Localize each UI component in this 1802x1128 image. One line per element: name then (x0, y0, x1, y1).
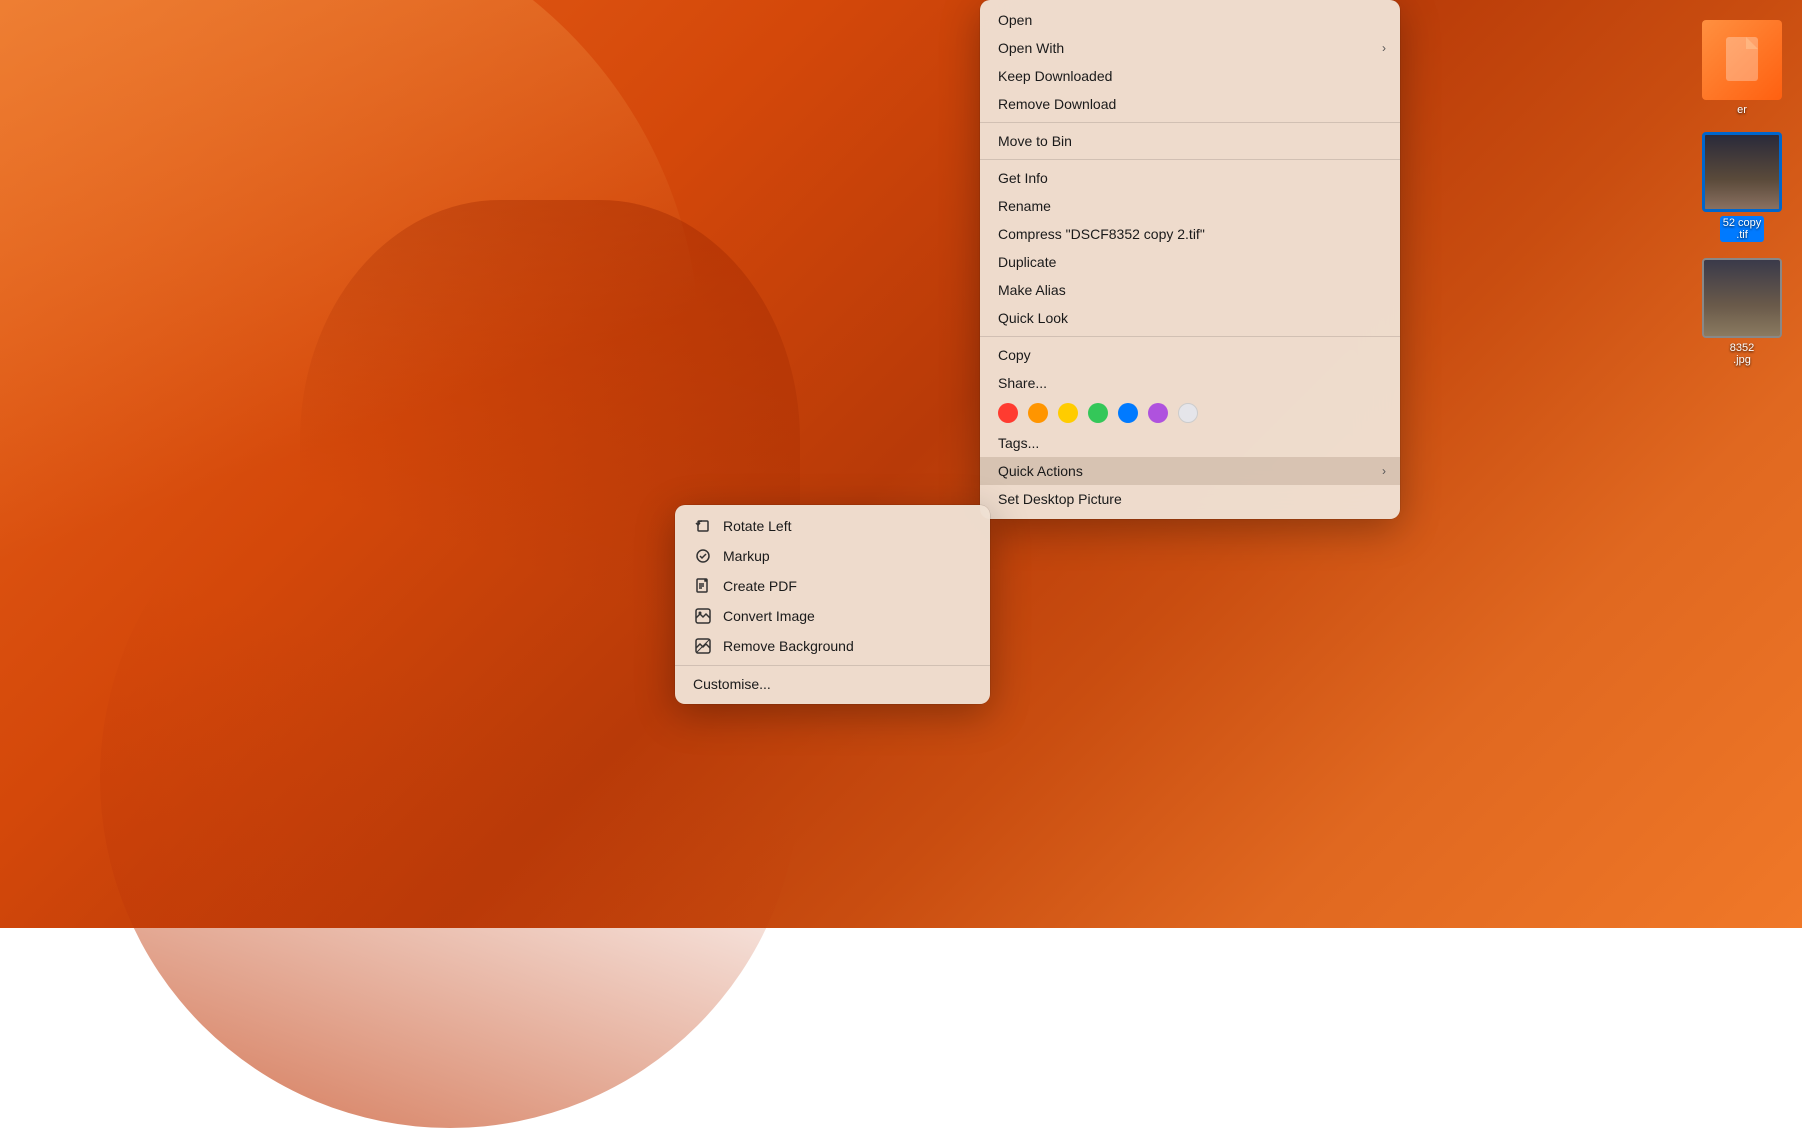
main-context-menu: Open Open With › Keep Downloaded Remove … (980, 0, 1400, 519)
desktop-icon-photo2[interactable]: 8352.jpg (1702, 258, 1782, 366)
icon-label-orange-doc: er (1737, 104, 1747, 116)
desktop-icon-orange-doc[interactable]: er (1702, 20, 1782, 116)
icon-label-photo1: 52 copy.tif (1720, 216, 1765, 242)
desktop-icons-area: er 52 copy.tif 8352.jpg (1682, 0, 1802, 928)
color-dot-gray[interactable] (1178, 403, 1198, 423)
quick-actions-submenu: Rotate Left Markup Create PDF (675, 505, 990, 704)
menu-item-remove-background[interactable]: Remove Background (675, 631, 990, 661)
submenu-separator (675, 665, 990, 666)
color-dot-yellow[interactable] (1058, 403, 1078, 423)
open-with-arrow: › (1382, 41, 1386, 55)
menu-item-move-to-bin[interactable]: Move to Bin (980, 127, 1400, 155)
menu-item-quick-look[interactable]: Quick Look (980, 304, 1400, 332)
menu-item-remove-download[interactable]: Remove Download (980, 90, 1400, 118)
menu-item-get-info[interactable]: Get Info (980, 164, 1400, 192)
menu-item-rename[interactable]: Rename (980, 192, 1400, 220)
menu-item-customise[interactable]: Customise... (675, 670, 990, 698)
desktop-icon-photo1[interactable]: 52 copy.tif (1702, 132, 1782, 242)
icon-thumbnail-orange (1702, 20, 1782, 100)
icon-thumbnail-photo2 (1702, 258, 1782, 338)
menu-item-copy[interactable]: Copy (980, 341, 1400, 369)
color-dot-purple[interactable] (1148, 403, 1168, 423)
separator-3 (980, 336, 1400, 337)
separator-1 (980, 122, 1400, 123)
menu-item-open-with[interactable]: Open With › (980, 34, 1400, 62)
menu-item-set-desktop-picture[interactable]: Set Desktop Picture (980, 485, 1400, 513)
color-dot-red[interactable] (998, 403, 1018, 423)
menu-item-duplicate[interactable]: Duplicate (980, 248, 1400, 276)
desktop-background (0, 0, 1802, 928)
menu-item-compress[interactable]: Compress "DSCF8352 copy 2.tif" (980, 220, 1400, 248)
quick-actions-arrow: › (1382, 464, 1386, 478)
color-dot-green[interactable] (1088, 403, 1108, 423)
menu-item-open[interactable]: Open (980, 6, 1400, 34)
create-pdf-icon (693, 576, 713, 596)
separator-2 (980, 159, 1400, 160)
menu-item-make-alias[interactable]: Make Alias (980, 276, 1400, 304)
menu-item-quick-actions[interactable]: Quick Actions › (980, 457, 1400, 485)
color-dot-blue[interactable] (1118, 403, 1138, 423)
markup-icon (693, 546, 713, 566)
icon-label-photo2: 8352.jpg (1730, 342, 1754, 366)
menu-item-share[interactable]: Share... (980, 369, 1400, 397)
menu-item-tags[interactable]: Tags... (980, 429, 1400, 457)
color-tags-row (980, 397, 1400, 429)
menu-item-create-pdf[interactable]: Create PDF (675, 571, 990, 601)
remove-background-icon (693, 636, 713, 656)
convert-image-icon (693, 606, 713, 626)
menu-item-convert-image[interactable]: Convert Image (675, 601, 990, 631)
menu-item-keep-downloaded[interactable]: Keep Downloaded (980, 62, 1400, 90)
icon-thumbnail-photo1 (1702, 132, 1782, 212)
rotate-left-icon (693, 516, 713, 536)
menu-item-markup[interactable]: Markup (675, 541, 990, 571)
color-dot-orange[interactable] (1028, 403, 1048, 423)
menu-item-rotate-left[interactable]: Rotate Left (675, 511, 990, 541)
